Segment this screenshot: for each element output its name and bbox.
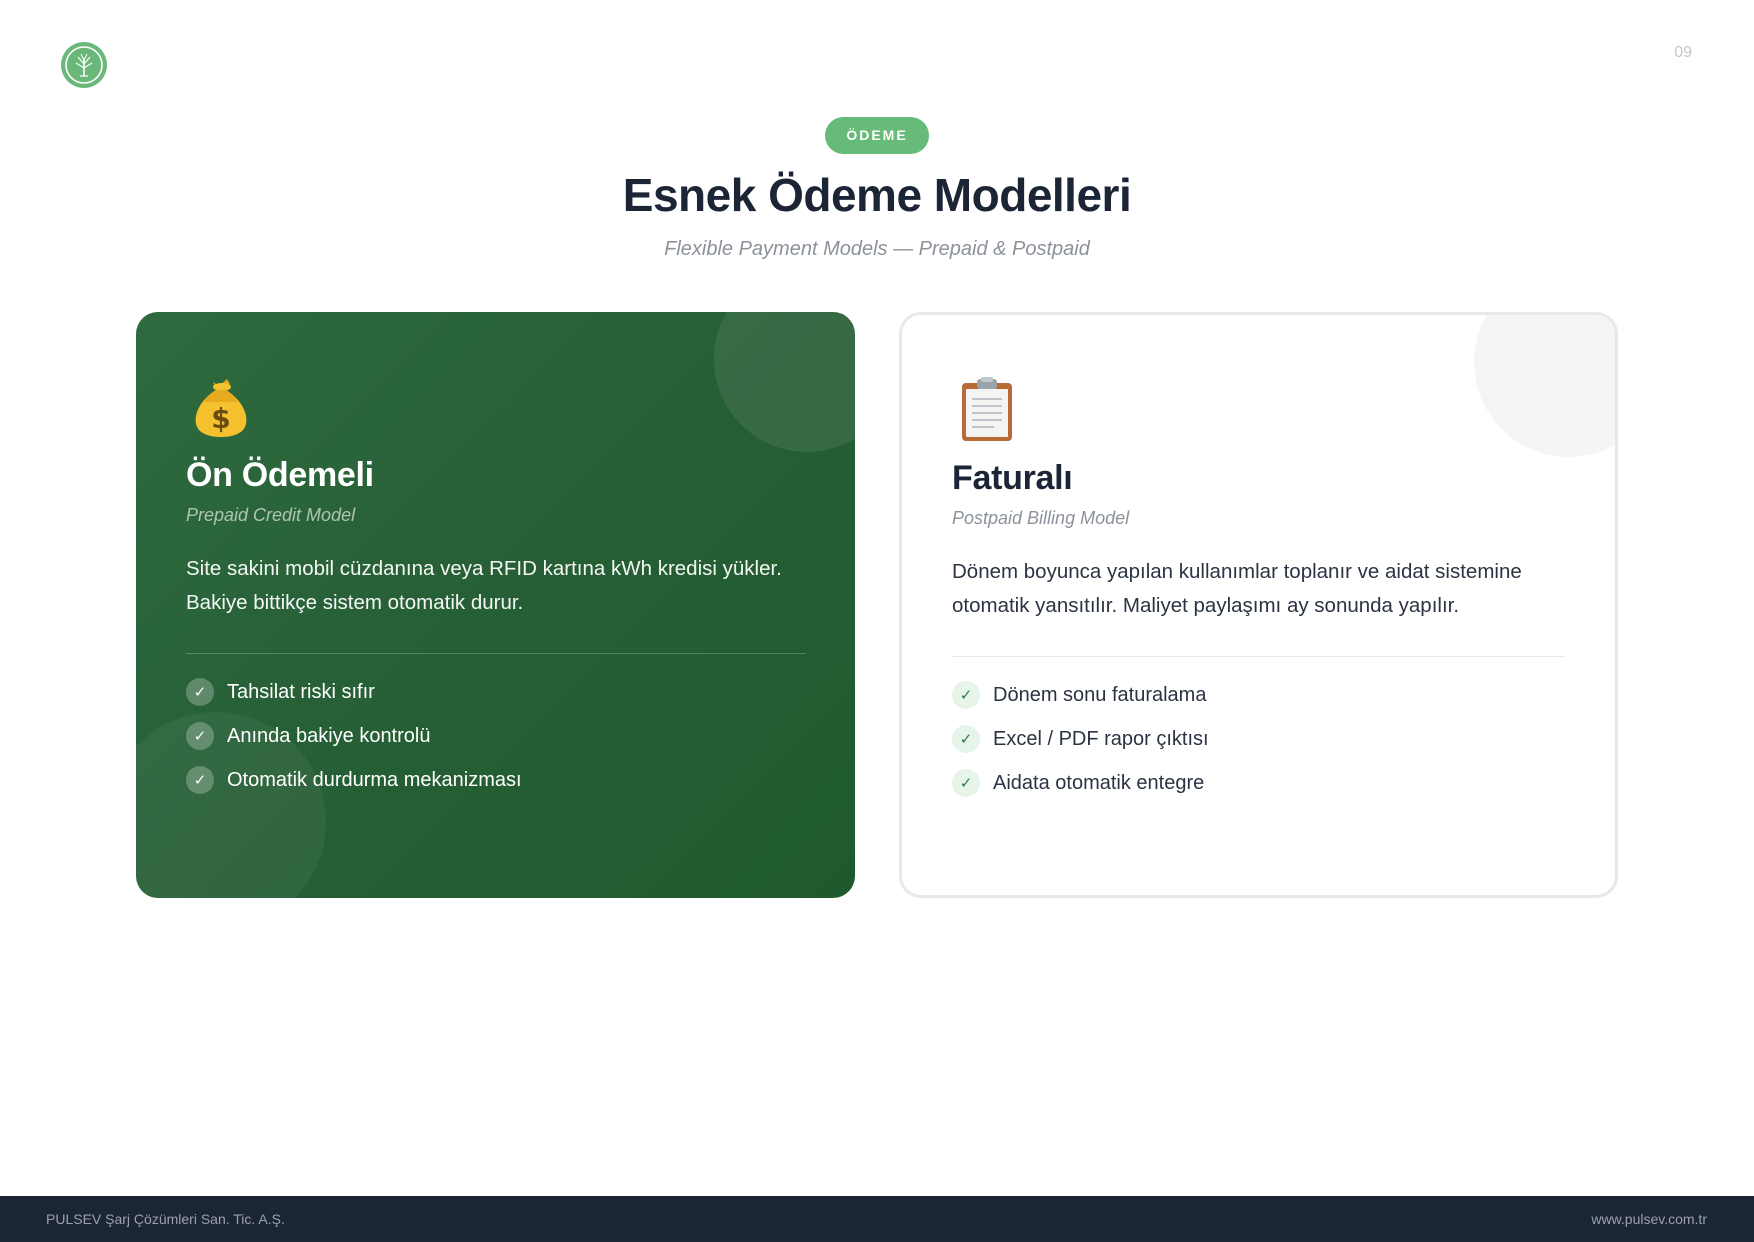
feature-label: Excel / PDF rapor çıktısı [993, 727, 1209, 750]
check-icon: ✓ [186, 678, 214, 706]
prepaid-card-description: Site sakini mobil cüzdanına veya RFID ka… [186, 557, 782, 614]
logo-icon [61, 42, 107, 88]
feature-label: Otomatik durdurma mekanizması [227, 768, 522, 791]
section-badge: ÖDEME [825, 117, 929, 154]
prepaid-card-title: Ön Ödemeli [186, 456, 374, 494]
list-item: ✓ Tahsilat riski sıfır [186, 678, 806, 706]
check-icon: ✓ [952, 681, 980, 709]
prepaid-card-subtitle: Prepaid Credit Model [186, 505, 356, 525]
postpaid-card-subtitle: Postpaid Billing Model [952, 508, 1130, 528]
postpaid-card-title: Faturalı [952, 459, 1073, 497]
card-divider [952, 656, 1565, 657]
check-icon: ✓ [186, 766, 214, 794]
list-item: ✓ Aidata otomatik entegre [952, 769, 1565, 797]
page-number: 09 [1674, 44, 1692, 61]
postpaid-card-description: Dönem boyunca yapılan kullanımlar toplan… [952, 560, 1522, 617]
page-subtitle: Flexible Payment Models — Prepaid & Post… [664, 238, 1090, 260]
list-item: ✓ Otomatik durdurma mekanizması [186, 766, 806, 794]
footer-website-link[interactable]: www.pulsev.com.tr [1591, 1211, 1707, 1227]
postpaid-card: Faturalı Postpaid Billing Model Dönem bo… [899, 312, 1618, 898]
prepaid-feature-list: ✓ Tahsilat riski sıfır ✓ Anında bakiye k… [186, 678, 806, 794]
footer: PULSEV Şarj Çözümleri San. Tic. A.Ş. www… [0, 1196, 1754, 1242]
feature-label: Dönem sonu faturalama [993, 683, 1207, 706]
money-bag-icon: $ [186, 370, 256, 440]
list-item: ✓ Excel / PDF rapor çıktısı [952, 725, 1565, 753]
list-item: ✓ Dönem sonu faturalama [952, 681, 1565, 709]
footer-company: PULSEV Şarj Çözümleri San. Tic. A.Ş. [46, 1211, 285, 1227]
postpaid-feature-list: ✓ Dönem sonu faturalama ✓ Excel / PDF ra… [952, 681, 1565, 797]
check-icon: ✓ [952, 769, 980, 797]
list-item: ✓ Anında bakiye kontrolü [186, 722, 806, 750]
prepaid-card: $ Ön Ödemeli Prepaid Credit Model Site s… [136, 312, 855, 898]
feature-label: Aidata otomatik entegre [993, 771, 1205, 794]
check-icon: ✓ [952, 725, 980, 753]
page-title: Esnek Ödeme Modelleri [622, 169, 1132, 221]
card-divider [186, 653, 806, 654]
feature-label: Anında bakiye kontrolü [227, 724, 431, 747]
feature-label: Tahsilat riski sıfır [227, 680, 375, 703]
clipboard-icon [952, 373, 1022, 443]
svg-text:$: $ [211, 402, 230, 435]
check-icon: ✓ [186, 722, 214, 750]
